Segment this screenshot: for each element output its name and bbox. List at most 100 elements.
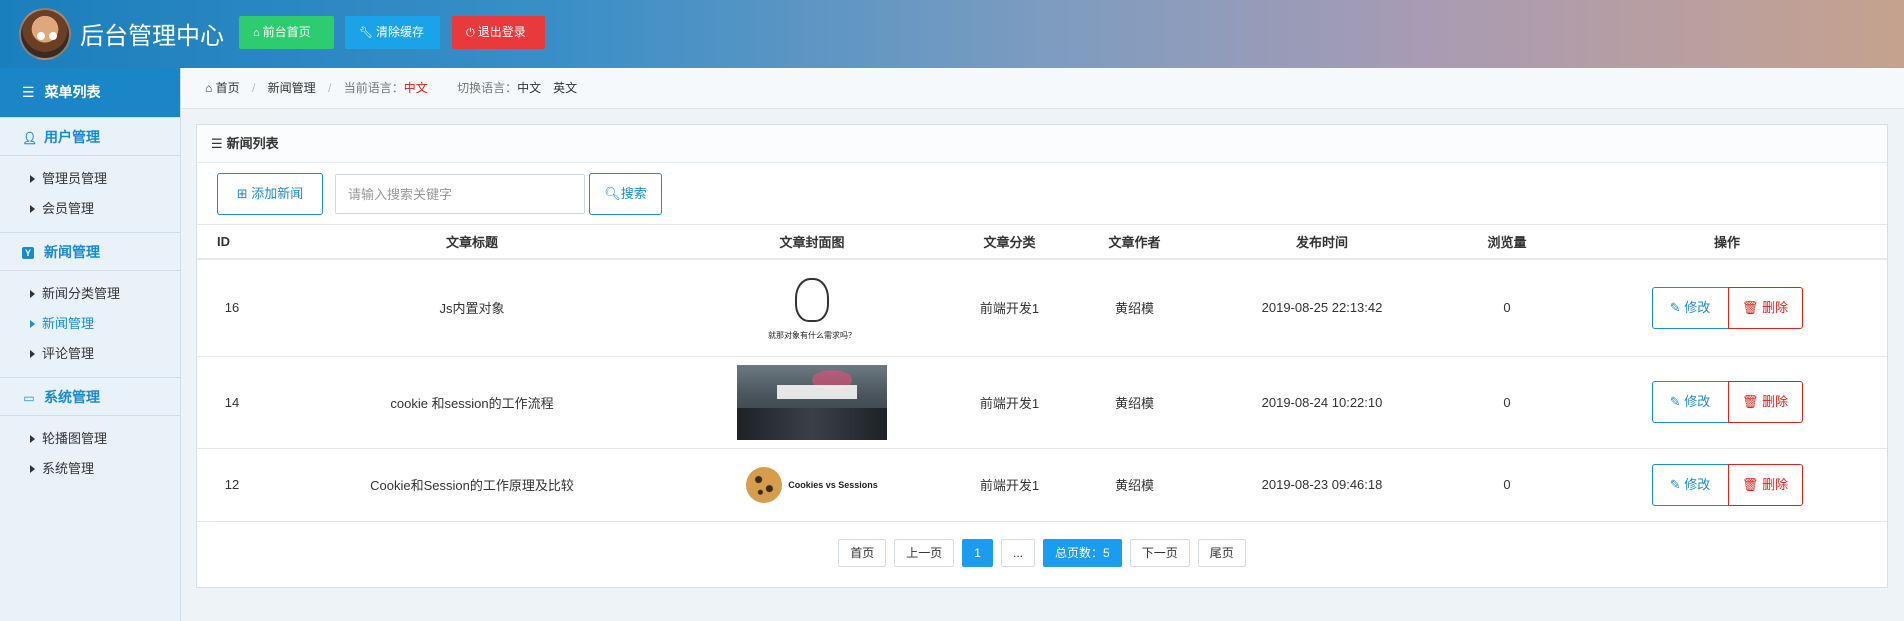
clear-cache-button[interactable]: 🔧︎ 清除缓存: [345, 16, 440, 49]
cover-image: Cookies vs Sessions: [746, 466, 878, 503]
news-panel: ☰新闻列表 ⊞ 添加新闻 🔍︎搜索 ID 文章标题 文章封面图 文章分类 文章作…: [196, 124, 1888, 588]
cell-ops: ✎ 修改 🗑︎ 删除: [1567, 259, 1887, 357]
breadcrumb-home[interactable]: ⌂ 首页: [205, 81, 240, 95]
site-title: 后台管理中心: [80, 23, 224, 50]
list-icon: ☰: [22, 84, 35, 100]
cell-title: cookie 和session的工作流程: [267, 356, 677, 449]
edit-icon: ✎: [1669, 476, 1681, 492]
caret-right-icon: [30, 465, 35, 473]
cell-category: 前端开发1: [947, 259, 1072, 357]
breadcrumb-section[interactable]: 新闻管理: [268, 81, 316, 95]
search-icon: 🔍︎: [604, 186, 621, 201]
search-input[interactable]: [335, 174, 585, 214]
cell-category: 前端开发1: [947, 448, 1072, 522]
home-icon: ⌂: [253, 27, 260, 39]
cell-time: 2019-08-25 22:13:42: [1197, 259, 1447, 357]
lang-zh-link[interactable]: 中文: [517, 81, 541, 95]
cover-image: [737, 364, 887, 440]
col-cover: 文章封面图: [677, 225, 947, 260]
cell-ops: ✎ 修改 🗑︎ 删除: [1567, 356, 1887, 449]
col-views: 浏览量: [1447, 225, 1567, 260]
table-header-row: ID 文章标题 文章封面图 文章分类 文章作者 发布时间 浏览量 操作: [197, 225, 1887, 260]
delete-button[interactable]: 🗑︎ 删除: [1727, 381, 1803, 423]
caret-right-icon: [30, 350, 35, 358]
cell-views: 0: [1447, 356, 1567, 449]
search-button[interactable]: 🔍︎搜索: [589, 173, 662, 215]
breadcrumb-separator: /: [328, 81, 332, 95]
cover-caption: 就那对象有什么需求吗？: [768, 330, 856, 340]
sidebar-item-admin[interactable]: 管理员管理: [0, 164, 180, 194]
cell-cover: [677, 356, 947, 449]
page-last-button[interactable]: 尾页: [1197, 539, 1246, 567]
sidebar-group-head-users[interactable]: 👤︎ 用户管理: [0, 118, 180, 156]
sidebar-item-members[interactable]: 会员管理: [0, 194, 180, 224]
breadcrumb-separator: /: [251, 81, 256, 95]
panel-title: ☰ 新闻列表: [197, 125, 1887, 163]
caret-right-icon: [30, 290, 35, 298]
cell-title: Js内置对象: [267, 259, 677, 357]
avatar: [19, 8, 71, 60]
cell-cover: 就那对象有什么需求吗？: [677, 259, 947, 357]
sidebar-item-comments[interactable]: 评论管理: [0, 339, 180, 369]
wrench-icon: 🔧︎: [359, 27, 373, 39]
caret-right-icon: [30, 435, 35, 443]
page-total: 总页数：5: [1043, 539, 1122, 567]
cell-ops: ✎ 修改 🗑︎ 删除: [1567, 448, 1887, 522]
sidebar-item-carousel[interactable]: 轮播图管理: [0, 424, 180, 454]
breadcrumb: ⌂ 首页 / 新闻管理 / 当前语言：中文 切换语言：中文 英文: [181, 68, 1904, 109]
menu-title: ☰ 菜单列表: [0, 68, 180, 117]
cover-caption: Cookies vs Sessions: [788, 479, 878, 490]
sidebar-item-system[interactable]: 系统管理: [0, 454, 180, 484]
trash-icon: 🗑︎: [1741, 299, 1759, 315]
home-icon: ⌂: [205, 81, 213, 95]
switch-language-label: 切换语言：: [457, 81, 518, 95]
current-language-label: 当前语言：: [343, 81, 404, 95]
edit-icon: ✎: [1669, 394, 1681, 409]
sidebar-group-system: ▭ 系统管理 轮播图管理 系统管理: [0, 377, 180, 492]
cookie-icon: [746, 466, 783, 503]
power-icon: ⏻: [466, 27, 475, 39]
top-header: 后台管理中心 ⌂ 前台首页 🔧︎ 清除缓存 ⏻ 退出登录: [0, 0, 1904, 68]
sidebar-item-news[interactable]: 新闻管理: [0, 309, 180, 339]
home-button[interactable]: ⌂ 前台首页: [239, 16, 334, 49]
sidebar-group-users: 👤︎ 用户管理 管理员管理 会员管理: [0, 117, 180, 232]
logout-button[interactable]: ⏻ 退出登录: [452, 16, 545, 49]
page-next-button[interactable]: 下一页: [1129, 539, 1190, 567]
sidebar-group-head-news[interactable]: Y 新闻管理: [0, 233, 180, 271]
sidebar: ☰ 菜单列表 👤︎ 用户管理 管理员管理 会员管理 Y 新闻管理 新闻分类管理 新闻管…: [0, 68, 181, 621]
lang-en-link[interactable]: 英文: [553, 81, 577, 95]
edit-button[interactable]: ✎ 修改: [1651, 463, 1729, 506]
cell-id: 12: [197, 448, 267, 522]
delete-button[interactable]: 🗑︎ 删除: [1727, 286, 1803, 329]
cell-title: Cookie和Session的工作原理及比较: [267, 448, 677, 522]
trash-icon: 🗑︎: [1741, 394, 1759, 409]
page-first-button[interactable]: 首页: [838, 539, 887, 567]
sidebar-item-news-category[interactable]: 新闻分类管理: [0, 279, 180, 309]
cell-time: 2019-08-23 09:46:18: [1197, 448, 1447, 522]
page-prev-button[interactable]: 上一页: [894, 539, 955, 567]
plus-square-icon: ⊞: [236, 186, 248, 201]
col-author: 文章作者: [1072, 225, 1197, 260]
yahoo-icon: Y: [22, 247, 34, 259]
caret-right-icon: [30, 175, 35, 183]
page-current[interactable]: 1: [962, 539, 993, 567]
cover-image: 就那对象有什么需求吗？: [767, 268, 857, 348]
current-language: 中文: [403, 81, 428, 95]
news-table: ID 文章标题 文章封面图 文章分类 文章作者 发布时间 浏览量 操作 16 J…: [197, 225, 1887, 522]
table-row: 16 Js内置对象 就那对象有什么需求吗？ 前端开发1 黄绍模 2019-08-…: [197, 259, 1887, 357]
trash-icon: 🗑︎: [1741, 476, 1759, 492]
delete-button[interactable]: 🗑︎ 删除: [1727, 463, 1803, 506]
edit-button[interactable]: ✎ 修改: [1651, 286, 1729, 329]
caret-right-icon: [30, 320, 35, 328]
cell-author: 黄绍模: [1072, 448, 1197, 522]
list-icon: ☰: [211, 136, 223, 151]
sidebar-group-news: Y 新闻管理 新闻分类管理 新闻管理 评论管理: [0, 232, 180, 377]
sidebar-group-head-system[interactable]: ▭ 系统管理: [0, 378, 180, 416]
edit-button[interactable]: ✎ 修改: [1651, 381, 1729, 423]
cell-category: 前端开发1: [947, 356, 1072, 449]
cell-views: 0: [1447, 259, 1567, 357]
cell-views: 0: [1447, 448, 1567, 522]
add-news-button[interactable]: ⊞ 添加新闻: [217, 173, 323, 215]
edit-icon: ✎: [1669, 299, 1681, 315]
caret-right-icon: [30, 205, 35, 213]
